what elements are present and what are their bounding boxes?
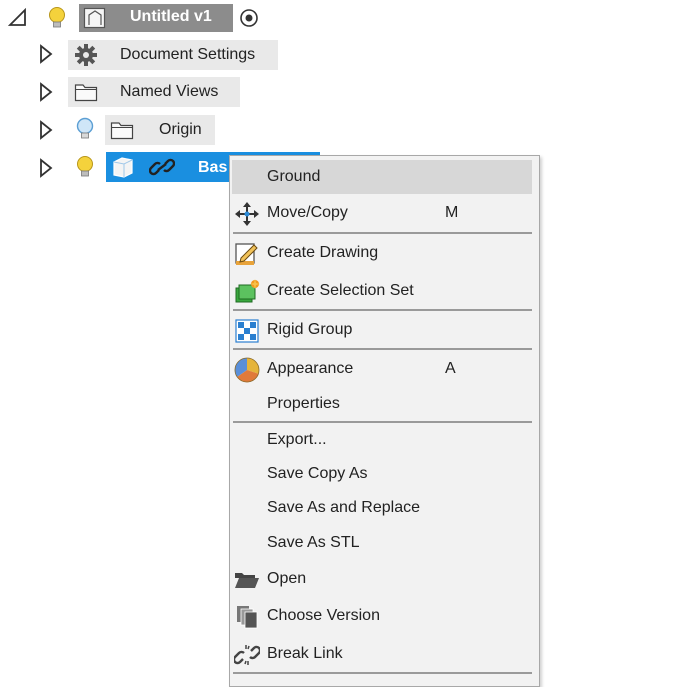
menu-item-create-drawing[interactable]: Create Drawing xyxy=(230,236,539,270)
expand-triangle-icon[interactable] xyxy=(38,158,54,178)
document-icon xyxy=(83,7,106,29)
expand-triangle-icon[interactable] xyxy=(38,82,54,102)
named-views-label[interactable]: Named Views xyxy=(120,83,218,101)
menu-separator xyxy=(233,348,532,350)
menu-item-break-link[interactable]: Break Link xyxy=(230,637,539,671)
folder-icon xyxy=(110,122,134,140)
menu-item-shortcut: A xyxy=(445,360,456,377)
selection-set-icon xyxy=(235,279,260,303)
component-cube-icon xyxy=(113,157,133,178)
menu-item-label: Export... xyxy=(267,431,327,448)
menu-item-label: Save As STL xyxy=(267,534,360,551)
menu-item-label: Open xyxy=(267,570,307,587)
appearance-icon xyxy=(234,357,260,383)
gear-icon xyxy=(75,44,97,66)
menu-item-open[interactable]: Open xyxy=(230,562,539,596)
origin-label[interactable]: Origin xyxy=(159,121,202,139)
component-label[interactable]: Bas xyxy=(198,159,227,177)
menu-item-rigid-group[interactable]: Rigid Group xyxy=(230,313,539,347)
root-title[interactable]: Untitled v1 xyxy=(130,8,212,26)
create-drawing-icon xyxy=(235,243,258,265)
menu-item-label: Create Selection Set xyxy=(267,282,414,299)
context-menu: Ground Move/Copy M Create Drawing Create… xyxy=(229,155,540,687)
menu-separator xyxy=(233,232,532,234)
menu-item-appearance[interactable]: Appearance A xyxy=(230,352,539,386)
choose-version-icon xyxy=(237,606,258,629)
menu-item-label: Create Drawing xyxy=(267,244,379,261)
menu-item-label: Appearance xyxy=(267,360,354,377)
document-settings-label[interactable]: Document Settings xyxy=(120,46,255,64)
menu-item-label: Ground xyxy=(267,168,321,185)
menu-item-save-as-stl[interactable]: Save As STL xyxy=(230,526,539,560)
menu-item-label: Properties xyxy=(267,395,340,412)
menu-item-create-selection-set[interactable]: Create Selection Set xyxy=(230,274,539,308)
move-icon xyxy=(235,202,259,226)
collapse-triangle-icon[interactable] xyxy=(8,8,28,28)
link-icon xyxy=(149,158,175,176)
menu-item-export[interactable]: Export... xyxy=(230,423,539,457)
menu-item-choose-version[interactable]: Choose Version xyxy=(230,599,539,633)
menu-item-label: Choose Version xyxy=(267,607,380,624)
menu-separator xyxy=(233,672,532,674)
visibility-bulb-off-icon[interactable] xyxy=(74,116,96,142)
menu-item-label: Move/Copy xyxy=(267,204,348,221)
menu-item-ground[interactable]: Ground xyxy=(232,160,532,194)
menu-item-move-copy[interactable]: Move/Copy M xyxy=(230,196,539,230)
expand-triangle-icon[interactable] xyxy=(38,120,54,140)
expand-triangle-icon[interactable] xyxy=(38,44,54,64)
menu-item-label: Rigid Group xyxy=(267,321,353,338)
open-folder-icon xyxy=(235,573,259,588)
menu-item-save-copy-as[interactable]: Save Copy As xyxy=(230,457,539,491)
break-link-icon xyxy=(234,645,260,665)
rigid-group-icon xyxy=(235,319,259,343)
menu-item-properties[interactable]: Properties xyxy=(230,387,539,421)
menu-item-label: Save Copy As xyxy=(267,465,368,482)
visibility-bulb-on-icon[interactable] xyxy=(74,154,96,180)
menu-item-label: Save As and Replace xyxy=(267,499,420,516)
menu-item-save-as-and-replace[interactable]: Save As and Replace xyxy=(230,491,539,525)
folder-icon xyxy=(74,84,98,102)
visibility-bulb-on-icon[interactable] xyxy=(46,5,68,31)
menu-item-shortcut: M xyxy=(445,204,459,221)
menu-separator xyxy=(233,309,532,311)
activate-radio-icon[interactable] xyxy=(238,7,260,29)
menu-item-label: Break Link xyxy=(267,645,343,662)
